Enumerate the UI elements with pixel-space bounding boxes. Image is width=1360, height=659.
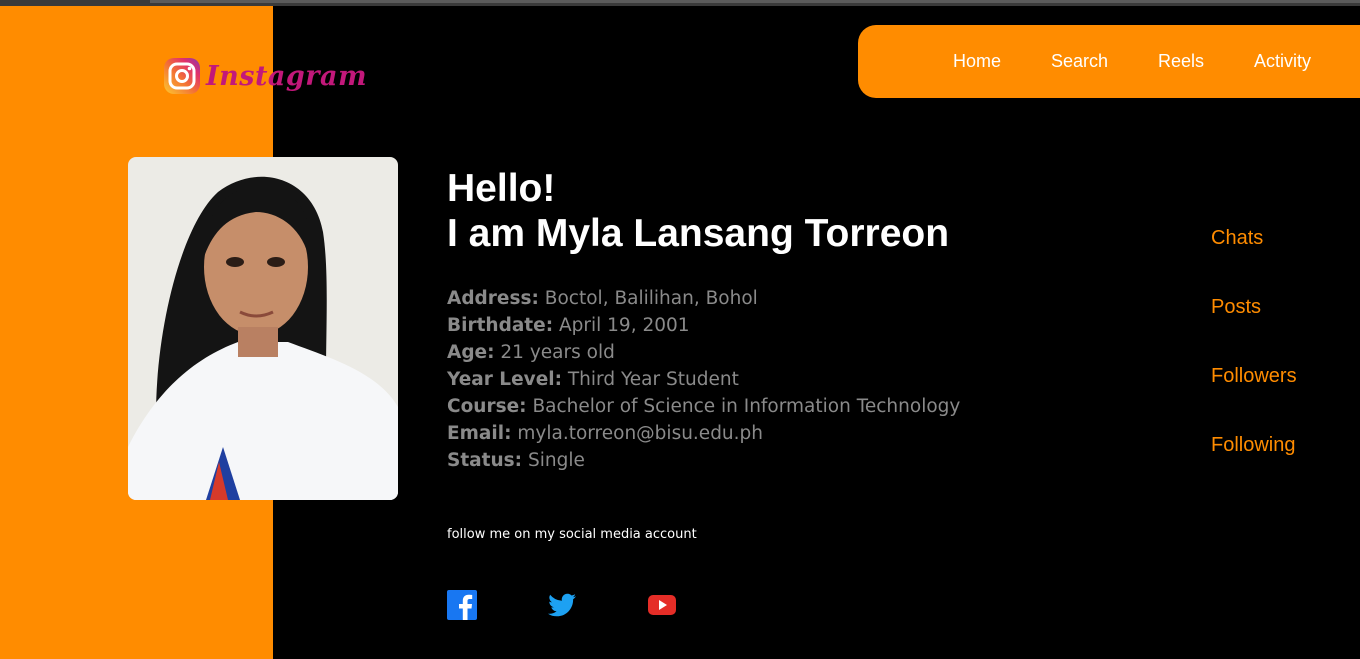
twitter-icon[interactable] (547, 590, 577, 620)
detail-label: Birthdate: (447, 315, 554, 336)
detail-address: Address: Boctol, Balilihan, Bohol (447, 285, 960, 312)
youtube-icon[interactable] (647, 590, 677, 620)
detail-year-level: Year Level: Third Year Student (447, 366, 960, 393)
nav-reels[interactable]: Reels (1158, 51, 1204, 72)
instagram-icon (164, 58, 200, 94)
hero-line-2: I am Myla Lansang Torreon (447, 212, 950, 255)
facebook-icon[interactable] (447, 590, 477, 620)
detail-age: Age: 21 years old (447, 339, 960, 366)
scrollbar-thumb[interactable] (150, 0, 1360, 3)
detail-course: Course: Bachelor of Science in Informati… (447, 393, 960, 420)
profile-details: Address: Boctol, Balilihan, Bohol Birthd… (447, 285, 960, 474)
detail-value: Bachelor of Science in Information Techn… (532, 396, 961, 417)
detail-label: Address: (447, 288, 539, 309)
hero-heading: Hello! I am Myla Lansang Torreon (447, 166, 949, 256)
detail-value: Third Year Student (567, 369, 739, 390)
detail-label: Age: (447, 342, 495, 363)
follow-caption: follow me on my social media account (447, 527, 697, 542)
top-navbar: Home Search Reels Activity (858, 25, 1360, 98)
detail-label: Year Level: (447, 369, 562, 390)
nav-search[interactable]: Search (1051, 51, 1108, 72)
hero-line-1: Hello! (447, 167, 556, 210)
detail-value: myla.torreon@bisu.edu.ph (517, 423, 764, 444)
detail-value: Single (527, 450, 585, 471)
side-link-chats[interactable]: Chats (1211, 227, 1263, 250)
detail-label: Status: (447, 450, 523, 471)
side-link-posts[interactable]: Posts (1211, 296, 1261, 319)
detail-status: Status: Single (447, 447, 960, 474)
detail-value: 21 years old (500, 342, 615, 363)
detail-label: Email: (447, 423, 512, 444)
detail-email: Email: myla.torreon@bisu.edu.ph (447, 420, 960, 447)
side-link-following[interactable]: Following (1211, 434, 1295, 457)
profile-photo (128, 157, 398, 500)
detail-value: April 19, 2001 (559, 315, 690, 336)
side-link-followers[interactable]: Followers (1211, 365, 1297, 388)
detail-birthdate: Birthdate: April 19, 2001 (447, 312, 960, 339)
nav-activity[interactable]: Activity (1254, 51, 1311, 72)
nav-home[interactable]: Home (953, 51, 1001, 72)
brand-name: Instagram (206, 60, 368, 92)
detail-label: Course: (447, 396, 527, 417)
brand-logo[interactable]: Instagram (162, 56, 367, 96)
detail-value: Boctol, Balilihan, Bohol (544, 288, 758, 309)
